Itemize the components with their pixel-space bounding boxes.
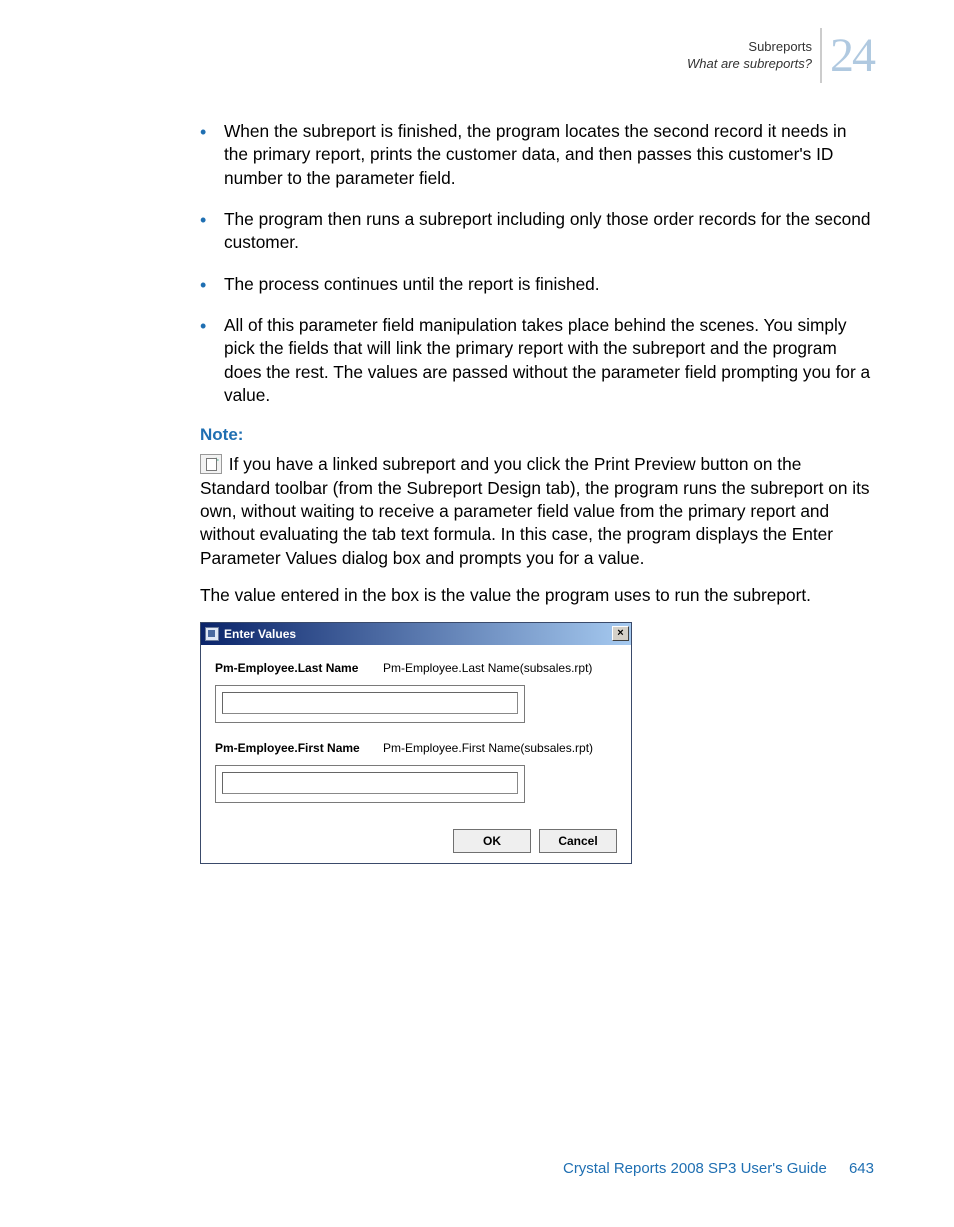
dialog-button-row: OK Cancel — [215, 821, 617, 853]
dialog-titlebar: Enter Values × — [201, 623, 631, 645]
first-name-input[interactable] — [222, 772, 518, 794]
enter-values-dialog: Enter Values × Pm-Employee.Last Name Pm-… — [200, 622, 632, 864]
dialog-title: Enter Values — [224, 627, 612, 641]
footer-title: Crystal Reports 2008 SP3 User's Guide — [563, 1160, 827, 1177]
page-footer: Crystal Reports 2008 SP3 User's Guide 64… — [563, 1160, 874, 1177]
paragraph: The value entered in the box is the valu… — [200, 584, 874, 607]
cancel-button[interactable]: Cancel — [539, 829, 617, 853]
list-item: When the subreport is finished, the prog… — [200, 120, 874, 190]
list-item: The process continues until the report i… — [200, 273, 874, 296]
note-label: Note: — [200, 425, 874, 445]
field-description: Pm-Employee.Last Name(subsales.rpt) — [383, 661, 592, 675]
field-label: Pm-Employee.Last Name — [215, 661, 383, 675]
chapter-number: 24 — [820, 28, 874, 83]
last-name-input[interactable] — [222, 692, 518, 714]
list-item: The program then runs a subreport includ… — [200, 208, 874, 255]
bullet-list: When the subreport is finished, the prog… — [200, 120, 874, 407]
header-text: Subreports What are subreports? — [687, 39, 812, 73]
close-button[interactable]: × — [612, 626, 629, 641]
field-input-frame — [215, 685, 525, 723]
field-block: Pm-Employee.Last Name Pm-Employee.Last N… — [215, 661, 617, 723]
header-line1: Subreports — [687, 39, 812, 56]
note-body: If you have a linked subreport and you c… — [200, 453, 874, 570]
print-preview-icon — [200, 454, 222, 474]
list-item: All of this parameter field manipulation… — [200, 314, 874, 407]
dialog-body: Pm-Employee.Last Name Pm-Employee.Last N… — [201, 645, 631, 863]
ok-button[interactable]: OK — [453, 829, 531, 853]
app-icon — [205, 627, 219, 641]
field-description: Pm-Employee.First Name(subsales.rpt) — [383, 741, 593, 755]
field-row: Pm-Employee.Last Name Pm-Employee.Last N… — [215, 661, 617, 675]
field-row: Pm-Employee.First Name Pm-Employee.First… — [215, 741, 617, 755]
header-line2: What are subreports? — [687, 56, 812, 73]
field-label: Pm-Employee.First Name — [215, 741, 383, 755]
field-input-frame — [215, 765, 525, 803]
content-area: When the subreport is finished, the prog… — [80, 0, 874, 864]
field-block: Pm-Employee.First Name Pm-Employee.First… — [215, 741, 617, 803]
dialog-screenshot: Enter Values × Pm-Employee.Last Name Pm-… — [200, 622, 632, 864]
footer-page: 643 — [849, 1160, 874, 1177]
page-header: Subreports What are subreports? 24 — [687, 28, 874, 83]
note-text: If you have a linked subreport and you c… — [200, 454, 870, 567]
